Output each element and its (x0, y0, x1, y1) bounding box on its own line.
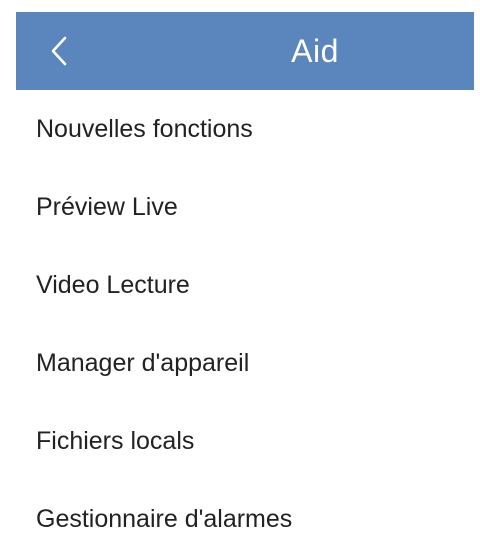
menu-item-alarm-manager[interactable]: Gestionnaire d'alarmes (0, 480, 480, 542)
menu-item-local-files[interactable]: Fichiers locals (0, 402, 480, 480)
help-menu: Nouvelles fonctions Préview Live Video L… (0, 90, 480, 542)
back-button[interactable] (38, 29, 82, 73)
help-screen: Aid Nouvelles fonctions Préview Live Vid… (0, 0, 480, 542)
menu-item-label: Nouvelles fonctions (36, 114, 253, 143)
menu-item-label: Fichiers locals (36, 426, 195, 455)
chevron-left-icon (50, 35, 70, 67)
menu-item-new-features[interactable]: Nouvelles fonctions (0, 90, 480, 168)
menu-item-live-preview[interactable]: Préview Live (0, 168, 480, 246)
menu-item-label: Video Lecture (36, 270, 190, 299)
page-title: Aid (291, 32, 339, 69)
menu-item-device-manager[interactable]: Manager d'appareil (0, 324, 480, 402)
menu-item-label: Gestionnaire d'alarmes (36, 504, 293, 533)
header-bar: Aid (16, 12, 474, 90)
menu-item-video-playback[interactable]: Video Lecture (0, 246, 480, 324)
menu-item-label: Préview Live (36, 192, 178, 221)
menu-item-label: Manager d'appareil (36, 348, 250, 377)
